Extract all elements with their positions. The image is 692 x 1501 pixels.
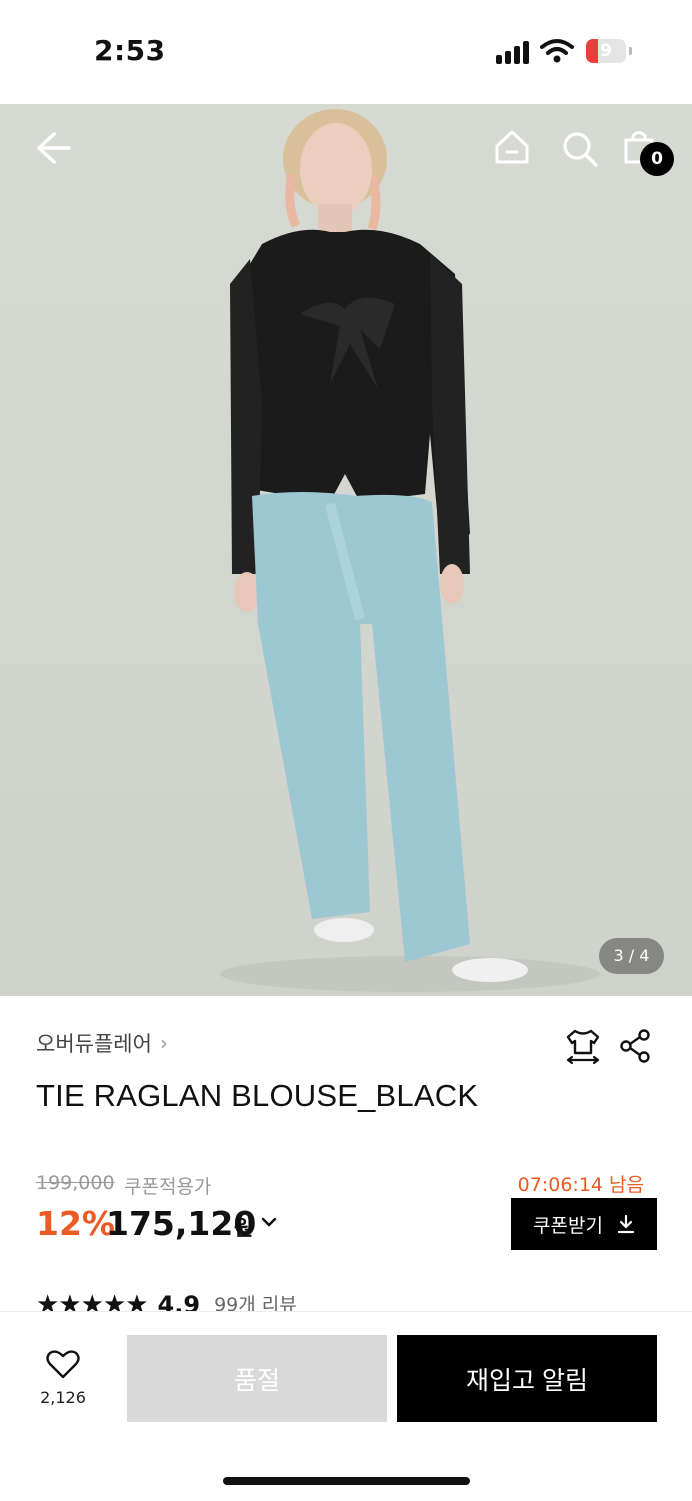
sold-out-button: 품절 — [127, 1335, 387, 1422]
original-price: 199,000 — [36, 1172, 115, 1194]
get-coupon-button[interactable]: 쿠폰받기 — [511, 1198, 657, 1250]
product-image[interactable] — [0, 104, 692, 996]
back-arrow-icon[interactable] — [34, 130, 72, 166]
share-icon[interactable] — [618, 1028, 654, 1064]
restock-alert-button[interactable]: 재입고 알림 — [397, 1335, 657, 1422]
brand-link[interactable]: 오버듀플레어 › — [36, 1028, 168, 1058]
brand-name: 오버듀플레어 — [36, 1032, 152, 1056]
wishlist-count: 2,126 — [40, 1388, 86, 1407]
status-time: 2:53 — [94, 34, 166, 67]
battery-level: 9 — [600, 41, 612, 61]
get-coupon-label: 쿠폰받기 — [533, 1214, 603, 1237]
rating-row[interactable]: ★★★★★ 4.9 99개 리뷰 — [36, 1292, 297, 1312]
signal-icon — [496, 40, 532, 64]
home-indicator[interactable] — [223, 1477, 470, 1485]
rating-value: 4.9 — [157, 1292, 201, 1312]
heart-icon — [46, 1350, 80, 1379]
battery-icon: 9 — [586, 39, 626, 63]
status-bar: 2:53 9 — [0, 0, 692, 104]
discount-rate: 12% — [36, 1204, 115, 1243]
review-count-link[interactable]: 99개 리뷰 — [214, 1292, 297, 1312]
chevron-right-icon: › — [159, 1031, 168, 1055]
wifi-icon — [540, 39, 574, 63]
size-guide-icon[interactable] — [564, 1027, 602, 1065]
coupon-timer: 07:06:14 남음 — [517, 1174, 644, 1196]
model-photo — [220, 109, 600, 992]
coupon-price-label: 쿠폰적용가 — [124, 1176, 212, 1198]
cart-count-badge: 0 — [640, 142, 674, 176]
currency-unit: 원 — [234, 1216, 254, 1240]
image-page-indicator: 3 / 4 — [599, 938, 664, 974]
wishlist-button[interactable]: 2,126 — [30, 1350, 96, 1407]
search-icon[interactable] — [561, 130, 599, 168]
download-icon — [617, 1214, 635, 1234]
home-icon[interactable] — [493, 128, 531, 166]
star-rating-icon: ★★★★★ — [36, 1292, 149, 1312]
chevron-down-icon[interactable] — [260, 1215, 278, 1229]
product-title: TIE RAGLAN BLOUSE_BLACK — [36, 1078, 479, 1113]
